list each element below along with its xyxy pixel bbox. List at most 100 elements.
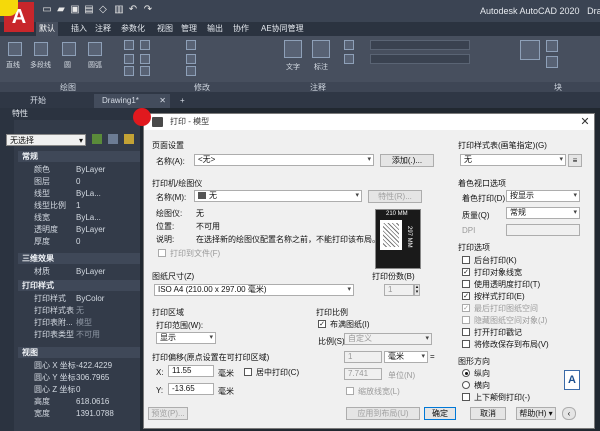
scale-units-input[interactable]: 7.741	[344, 368, 382, 380]
leader-icon[interactable]	[344, 40, 354, 50]
section-plot-style[interactable]: 打印样式	[18, 280, 140, 291]
rotate-icon[interactable]	[140, 40, 150, 50]
tab-collaborate[interactable]: 协作	[230, 22, 252, 36]
general-row[interactable]: 图层 0	[34, 176, 140, 187]
select-objects-icon[interactable]	[108, 134, 118, 144]
fillet-icon[interactable]	[186, 54, 196, 64]
plot-style-row[interactable]: 打印表类型 不可用	[34, 329, 140, 340]
tab-home[interactable]: 默认	[36, 22, 58, 36]
plot-option-checkbox[interactable]	[462, 256, 470, 264]
array-icon[interactable]	[186, 66, 196, 76]
general-row[interactable]: 线型 ByLa...	[34, 188, 140, 199]
web-icon[interactable]: ◇	[98, 5, 108, 15]
copies-spinner[interactable]: ▴ ▾	[414, 284, 420, 296]
general-row[interactable]: 厚度 0	[34, 236, 140, 247]
line-icon[interactable]	[8, 42, 22, 56]
move-icon[interactable]	[124, 40, 134, 50]
general-row[interactable]: 颜色 ByLayer	[34, 164, 140, 175]
landscape-radio[interactable]	[462, 381, 470, 389]
offset-x-input[interactable]: 11.55	[168, 365, 214, 377]
stretch-icon[interactable]	[124, 66, 134, 76]
plot-to-file-checkbox[interactable]	[158, 249, 166, 257]
section-view[interactable]: 视图	[18, 347, 140, 358]
general-row[interactable]: 线宽 ByLa...	[34, 212, 140, 223]
tab-manage[interactable]: 管理	[178, 22, 200, 36]
new-tab-button[interactable]: +	[172, 94, 193, 108]
new-icon[interactable]: ▭	[42, 5, 52, 15]
polyline-icon[interactable]	[34, 42, 48, 56]
tab-drawing1[interactable]: Drawing1* ✕	[94, 94, 170, 108]
circle-icon[interactable]	[62, 42, 76, 56]
view-row[interactable]: 高度 618.0616	[34, 396, 140, 407]
layer-dropdown[interactable]	[370, 40, 470, 50]
portrait-radio[interactable]	[462, 369, 470, 377]
scale-lineweights-checkbox[interactable]	[346, 387, 354, 395]
printer-name-dropdown[interactable]: 无 ▾	[194, 190, 362, 202]
tab-annotate[interactable]: 注释	[92, 22, 114, 36]
save-as-icon[interactable]: ▤	[84, 5, 94, 15]
plot-option-checkbox[interactable]: ✓	[462, 292, 470, 300]
fit-to-paper-checkbox[interactable]: ✓	[318, 320, 326, 328]
toggle-pickadd-icon[interactable]	[92, 134, 102, 144]
plot-option-checkbox[interactable]	[462, 316, 470, 324]
general-row[interactable]: 线型比例 1	[34, 200, 140, 211]
create-block-icon[interactable]	[546, 40, 558, 52]
undo-icon[interactable]: ↶	[128, 5, 138, 15]
preview-button[interactable]: 预览(P)...	[148, 407, 188, 420]
view-row[interactable]: 宽度 1391.0788	[34, 408, 140, 419]
scale-unit-dropdown[interactable]: 毫米 ▾	[384, 351, 428, 363]
plot-option-checkbox[interactable]: ✓	[462, 268, 470, 276]
three-d-row[interactable]: 材质 ByLayer	[34, 266, 140, 277]
upside-down-checkbox[interactable]	[462, 393, 470, 401]
ok-button[interactable]: 确定	[424, 407, 456, 420]
tab-insert[interactable]: 插入	[68, 22, 90, 36]
apply-to-layout-button[interactable]: 应用到布局(U)	[346, 407, 420, 420]
insert-block-icon[interactable]	[520, 40, 540, 60]
arc-icon[interactable]	[88, 42, 102, 56]
plot-style-row[interactable]: 打印表附... 模型	[34, 317, 140, 328]
add-page-setup-button[interactable]: 添加(.)...	[380, 154, 434, 167]
open-icon[interactable]: ▰	[56, 5, 66, 15]
paper-size-dropdown[interactable]: ISO A4 (210.00 x 297.00 毫米) ▾	[154, 284, 354, 296]
section-3d-effects[interactable]: 三维效果	[18, 253, 140, 264]
plot-icon[interactable]: ▥	[114, 5, 124, 15]
layer-state-dropdown[interactable]	[370, 54, 470, 64]
plot-style-row[interactable]: 打印样式 ByColor	[34, 293, 140, 304]
page-setup-name-dropdown[interactable]: <无> ▾	[194, 154, 374, 166]
plot-option-checkbox[interactable]	[462, 280, 470, 288]
plot-option-checkbox[interactable]	[462, 340, 470, 348]
tab-start[interactable]: 开始	[22, 94, 54, 108]
copies-input[interactable]: 1	[384, 284, 414, 296]
scale-mm-input[interactable]: 1	[344, 351, 382, 363]
cancel-button[interactable]: 取消	[470, 407, 506, 420]
close-icon[interactable]: ✕	[578, 115, 592, 129]
scale-dropdown[interactable]: 自定义 ▾	[344, 333, 432, 345]
view-row[interactable]: 圆心 Z 坐标 0	[34, 384, 140, 395]
collapse-options-button[interactable]: ‹	[562, 407, 576, 420]
offset-y-input[interactable]: -13.65	[168, 383, 214, 395]
plot-style-table-dropdown[interactable]: 无 ▾	[460, 154, 566, 166]
edit-style-table-button[interactable]: ≡	[568, 154, 582, 167]
scale-icon[interactable]	[140, 66, 150, 76]
dpi-input[interactable]	[506, 224, 580, 236]
center-plot-checkbox[interactable]	[244, 368, 252, 376]
selection-dropdown[interactable]: 无选择 ▾	[6, 134, 86, 146]
view-row[interactable]: 圆心 X 坐标 -422.4229	[34, 360, 140, 371]
save-icon[interactable]: ▣	[70, 5, 80, 15]
section-general[interactable]: 常规	[18, 151, 140, 162]
trim-icon[interactable]	[186, 40, 196, 50]
shade-plot-dropdown[interactable]: 按显示 ▾	[506, 190, 580, 202]
tab-output[interactable]: 输出	[204, 22, 226, 36]
plot-range-dropdown[interactable]: 显示 ▾	[156, 332, 216, 344]
printer-properties-button[interactable]: 特性(R)...	[368, 190, 422, 203]
general-row[interactable]: 透明度 ByLayer	[34, 224, 140, 235]
tab-ae-collab[interactable]: AE协同管理	[258, 22, 307, 36]
view-row[interactable]: 圆心 Y 坐标 306.7965	[34, 372, 140, 383]
quick-select-icon[interactable]	[124, 134, 134, 144]
copy-icon[interactable]	[124, 54, 134, 64]
table-icon[interactable]	[344, 54, 354, 64]
plot-option-checkbox[interactable]	[462, 328, 470, 336]
plot-style-row[interactable]: 打印样式表无	[34, 305, 140, 316]
mirror-icon[interactable]	[140, 54, 150, 64]
tab-parametric[interactable]: 参数化	[118, 22, 148, 36]
